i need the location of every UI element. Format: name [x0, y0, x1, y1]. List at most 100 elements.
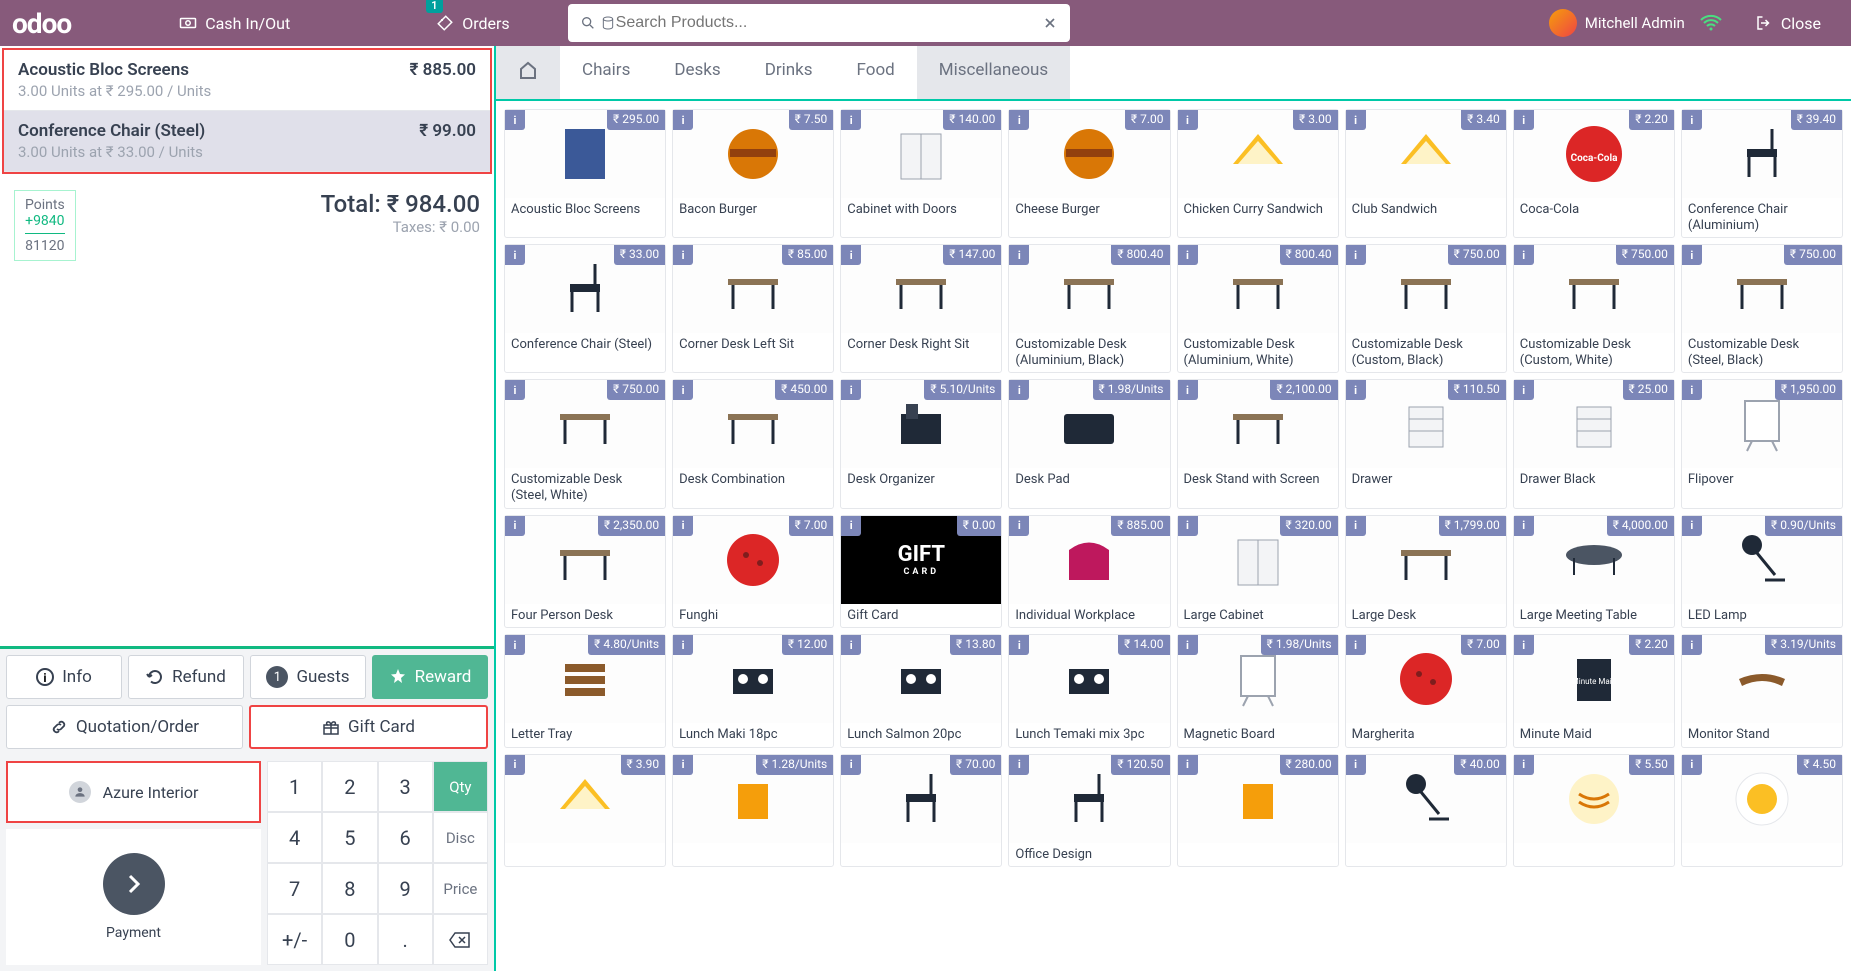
product-info-icon[interactable]: i [1009, 755, 1029, 775]
product-info-icon[interactable]: i [673, 516, 693, 536]
product-info-icon[interactable]: i [1514, 110, 1534, 130]
product-info-icon[interactable]: i [841, 755, 861, 775]
category-tab[interactable]: Desks [652, 46, 742, 99]
product-card[interactable]: i ₹ 2.20 Minute Maid Minute Maid [1513, 634, 1675, 748]
product-info-icon[interactable]: i [505, 516, 525, 536]
product-card[interactable]: i ₹ 110.50 Drawer [1345, 379, 1507, 508]
quotation-button[interactable]: Quotation/Order [6, 705, 243, 749]
key-2[interactable]: 2 [322, 761, 377, 812]
product-info-icon[interactable]: i [1178, 755, 1198, 775]
product-info-icon[interactable]: i [673, 245, 693, 265]
product-info-icon[interactable]: i [841, 516, 861, 536]
product-card[interactable]: i ₹ 1.98/Units Desk Pad [1008, 379, 1170, 508]
order-line[interactable]: Conference Chair (Steel)3.00 Units at ₹ … [4, 111, 490, 172]
product-card[interactable]: i ₹ 33.00 Conference Chair (Steel) [504, 244, 666, 373]
product-card[interactable]: i ₹ 280.00 [1177, 754, 1339, 868]
product-info-icon[interactable]: i [1346, 516, 1366, 536]
search-bar[interactable] [568, 4, 1071, 42]
product-info-icon[interactable]: i [841, 380, 861, 400]
product-card[interactable]: i ₹ 0.00 GIFTCARD Gift Card [840, 515, 1002, 629]
product-info-icon[interactable]: i [1346, 110, 1366, 130]
key-backspace[interactable] [433, 914, 488, 965]
product-card[interactable]: i ₹ 885.00 Individual Workplace [1008, 515, 1170, 629]
product-card[interactable]: i ₹ 5.50 [1513, 754, 1675, 868]
key-3[interactable]: 3 [378, 761, 433, 812]
product-info-icon[interactable]: i [1514, 755, 1534, 775]
product-card[interactable]: i ₹ 3.90 [504, 754, 666, 868]
product-info-icon[interactable]: i [505, 245, 525, 265]
key-8[interactable]: 8 [322, 863, 377, 914]
product-card[interactable]: i ₹ 2,100.00 Desk Stand with Screen [1177, 379, 1339, 508]
product-info-icon[interactable]: i [1178, 380, 1198, 400]
category-tab[interactable]: Food [835, 46, 917, 99]
product-card[interactable]: i ₹ 0.90/Units LED Lamp [1681, 515, 1843, 629]
reward-button[interactable]: Reward [372, 655, 488, 699]
product-card[interactable]: i ₹ 7.00 Margherita [1345, 634, 1507, 748]
product-info-icon[interactable]: i [673, 380, 693, 400]
product-info-icon[interactable]: i [1682, 110, 1702, 130]
key-4[interactable]: 4 [267, 812, 322, 863]
product-info-icon[interactable]: i [505, 380, 525, 400]
product-info-icon[interactable]: i [1514, 635, 1534, 655]
product-card[interactable]: i ₹ 750.00 Customizable Desk (Custom, Wh… [1513, 244, 1675, 373]
product-card[interactable]: i ₹ 800.40 Customizable Desk (Aluminium,… [1177, 244, 1339, 373]
product-card[interactable]: i ₹ 320.00 Large Cabinet [1177, 515, 1339, 629]
product-info-icon[interactable]: i [1514, 245, 1534, 265]
product-card[interactable]: i ₹ 70.00 [840, 754, 1002, 868]
product-card[interactable]: i ₹ 800.40 Customizable Desk (Aluminium,… [1008, 244, 1170, 373]
product-card[interactable]: i ₹ 450.00 Desk Combination [672, 379, 834, 508]
product-info-icon[interactable]: i [1514, 516, 1534, 536]
product-card[interactable]: i ₹ 750.00 Customizable Desk (Steel, Whi… [504, 379, 666, 508]
product-info-icon[interactable]: i [1009, 380, 1029, 400]
key-9[interactable]: 9 [378, 863, 433, 914]
product-info-icon[interactable]: i [1514, 380, 1534, 400]
category-tab[interactable]: Drinks [743, 46, 835, 99]
product-info-icon[interactable]: i [505, 110, 525, 130]
category-home[interactable] [496, 46, 560, 99]
product-card[interactable]: i ₹ 3.19/Units Monitor Stand [1681, 634, 1843, 748]
product-info-icon[interactable]: i [1178, 245, 1198, 265]
key-5[interactable]: 5 [322, 812, 377, 863]
product-card[interactable]: i ₹ 140.00 Cabinet with Doors [840, 109, 1002, 238]
key-price[interactable]: Price [433, 863, 488, 914]
product-card[interactable]: i ₹ 2,350.00 Four Person Desk [504, 515, 666, 629]
product-info-icon[interactable]: i [1178, 635, 1198, 655]
category-tab[interactable]: Chairs [560, 46, 652, 99]
key-7[interactable]: 7 [267, 863, 322, 914]
user-info[interactable]: Mitchell Admin [1549, 9, 1685, 37]
product-info-icon[interactable]: i [841, 635, 861, 655]
product-card[interactable]: i ₹ 295.00 Acoustic Bloc Screens [504, 109, 666, 238]
product-info-icon[interactable]: i [505, 635, 525, 655]
guests-button[interactable]: 1 Guests [250, 655, 366, 699]
product-card[interactable]: i ₹ 12.00 Lunch Maki 18pc [672, 634, 834, 748]
key-pm[interactable]: +/- [267, 914, 322, 965]
product-info-icon[interactable]: i [1682, 516, 1702, 536]
product-info-icon[interactable]: i [1682, 380, 1702, 400]
product-info-icon[interactable]: i [673, 110, 693, 130]
product-card[interactable]: i ₹ 85.00 Corner Desk Left Sit [672, 244, 834, 373]
product-info-icon[interactable]: i [1178, 516, 1198, 536]
product-card[interactable]: i ₹ 13.80 Lunch Salmon 20pc [840, 634, 1002, 748]
product-info-icon[interactable]: i [1346, 755, 1366, 775]
product-info-icon[interactable]: i [841, 245, 861, 265]
product-info-icon[interactable]: i [1009, 635, 1029, 655]
product-card[interactable]: i ₹ 3.40 Club Sandwich [1345, 109, 1507, 238]
product-info-icon[interactable]: i [673, 755, 693, 775]
info-button[interactable]: i Info [6, 655, 122, 699]
product-card[interactable]: i ₹ 1.98/Units Magnetic Board [1177, 634, 1339, 748]
product-info-icon[interactable]: i [1009, 245, 1029, 265]
key-dot[interactable]: . [378, 914, 433, 965]
product-card[interactable]: i ₹ 120.50 Office Design [1008, 754, 1170, 868]
product-card[interactable]: i ₹ 5.10/Units Desk Organizer [840, 379, 1002, 508]
key-qty[interactable]: Qty [433, 761, 488, 812]
product-card[interactable]: i ₹ 4,000.00 Large Meeting Table [1513, 515, 1675, 629]
key-1[interactable]: 1 [267, 761, 322, 812]
order-line[interactable]: Acoustic Bloc Screens3.00 Units at ₹ 295… [4, 50, 490, 111]
product-info-icon[interactable]: i [1682, 245, 1702, 265]
product-card[interactable]: i ₹ 4.80/Units Letter Tray [504, 634, 666, 748]
product-info-icon[interactable]: i [1009, 516, 1029, 536]
product-info-icon[interactable]: i [1346, 635, 1366, 655]
product-info-icon[interactable]: i [1682, 635, 1702, 655]
payment-button[interactable]: Payment [6, 829, 261, 965]
giftcard-button[interactable]: Gift Card [249, 705, 488, 749]
